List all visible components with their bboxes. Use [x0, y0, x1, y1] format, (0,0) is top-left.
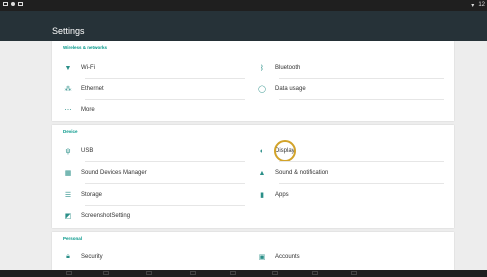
status-time: 12: [478, 2, 485, 8]
divider: [85, 205, 245, 206]
volume-down-icon[interactable]: [103, 271, 109, 275]
ethernet-icon: ⁂: [64, 86, 72, 93]
settings-item-accounts[interactable]: ▣ Accounts: [255, 250, 300, 264]
section-title-personal: Personal: [63, 236, 83, 241]
status-bar: ▾ 12: [0, 0, 487, 11]
recents-icon[interactable]: [272, 271, 278, 275]
divider: [279, 183, 444, 184]
page-title: Settings: [52, 26, 85, 36]
screenshot-nav-icon[interactable]: [66, 271, 72, 275]
settings-item-storage[interactable]: ☰ Storage: [61, 188, 102, 202]
divider: [85, 78, 245, 79]
settings-item-more[interactable]: ⋯ More: [61, 103, 95, 117]
settings-item-wifi[interactable]: ▼ Wi-Fi: [61, 61, 95, 75]
settings-item-usb[interactable]: ψ USB: [61, 144, 94, 158]
menu-icon[interactable]: [351, 271, 357, 275]
section-personal: Personal 🔒︎ Security ▣ Accounts: [52, 232, 454, 270]
settings-item-sound-devices[interactable]: ▦ Sound Devices Manager: [61, 166, 147, 180]
volume-up-icon[interactable]: [230, 271, 236, 275]
settings-item-screenshot[interactable]: ◩ ScreenshotSetting: [61, 209, 130, 223]
divider: [279, 78, 444, 79]
bell-icon: ▲: [258, 169, 266, 177]
sound-devices-icon: ▦: [64, 170, 72, 177]
app-bar: Settings: [0, 11, 487, 41]
lock-icon: 🔒︎: [66, 253, 70, 260]
wifi-status-icon: ▾: [471, 3, 475, 9]
screenshot-icon: ◩: [64, 213, 72, 220]
storage-icon: ☰: [64, 192, 72, 199]
notification-dot-icon: [11, 2, 15, 6]
download-icon: [18, 2, 23, 6]
data-usage-icon: ◯: [258, 86, 266, 93]
settings-item-security[interactable]: 🔒︎ Security: [61, 250, 103, 264]
settings-item-bluetooth[interactable]: ᛒ Bluetooth: [255, 61, 300, 75]
display-icon: ◐: [259, 147, 265, 155]
divider: [85, 183, 245, 184]
back-icon[interactable]: [146, 271, 152, 275]
more-icon: ⋯: [64, 107, 72, 114]
usb-icon: ψ: [65, 147, 71, 155]
account-icon: ▣: [258, 254, 266, 261]
wifi-icon: ▼: [64, 64, 72, 72]
section-device: Device ψ USB ◐ Display ▦ Sound Devices M…: [52, 125, 454, 228]
divider: [279, 161, 444, 162]
notification-icon: [3, 2, 8, 6]
navigation-bar: [0, 270, 487, 277]
settings-item-apps[interactable]: ▮ Apps: [255, 188, 289, 202]
settings-item-sound-notification[interactable]: ▲ Sound & notification: [255, 166, 329, 180]
divider: [85, 161, 245, 162]
divider: [85, 99, 245, 100]
section-title-device: Device: [63, 129, 78, 134]
power-icon[interactable]: [312, 271, 318, 275]
settings-item-ethernet[interactable]: ⁂ Ethernet: [61, 82, 104, 96]
section-title-wireless: Wireless & networks: [63, 45, 107, 50]
section-wireless: Wireless & networks ▼ Wi-Fi ᛒ Bluetooth …: [52, 41, 454, 121]
tap-indicator: [274, 140, 296, 162]
home-icon[interactable]: [190, 271, 196, 275]
settings-item-data-usage[interactable]: ◯ Data usage: [255, 82, 306, 96]
bluetooth-icon: ᛒ: [259, 64, 265, 72]
divider: [279, 99, 444, 100]
android-icon: ▮: [260, 192, 264, 199]
